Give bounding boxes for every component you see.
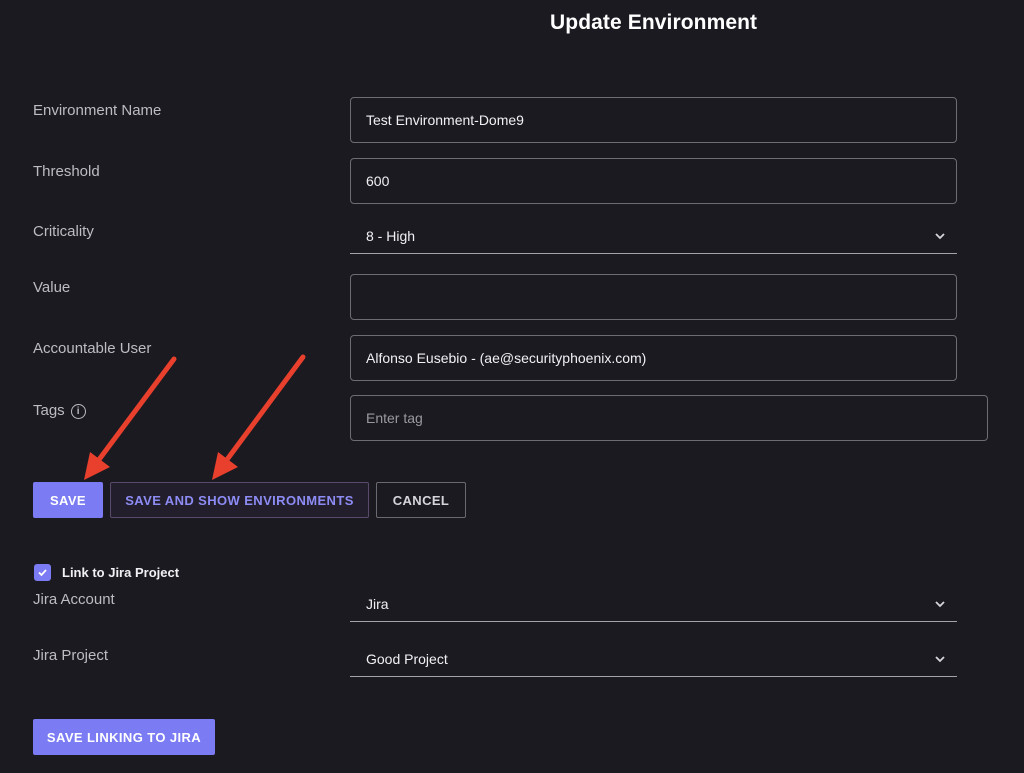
chevron-down-icon (935, 232, 945, 239)
criticality-label: Criticality (33, 223, 94, 240)
jira-account-selected-value: Jira (366, 595, 389, 612)
jira-account-select[interactable]: Jira (350, 586, 957, 622)
accountable-user-input[interactable] (350, 335, 957, 381)
annotation-arrow-save (84, 356, 177, 480)
chevron-down-icon (935, 600, 945, 607)
page-title: Update Environment (550, 11, 758, 34)
link-jira-checkbox[interactable] (34, 564, 51, 581)
value-label: Value (33, 279, 71, 296)
info-icon[interactable]: i (70, 404, 86, 419)
save-linking-to-jira-button[interactable]: SAVE LINKING TO JIRA (33, 719, 215, 755)
jira-project-label: Jira Project (33, 647, 109, 664)
save-and-show-environments-button[interactable]: SAVE AND SHOW ENVIRONMENTS (110, 482, 369, 518)
tags-label: Tags i (33, 402, 86, 419)
save-button[interactable]: SAVE (33, 482, 103, 518)
environment-name-label: Environment Name (33, 102, 162, 119)
link-jira-label: Link to Jira Project (62, 565, 180, 580)
environment-name-input[interactable] (350, 97, 957, 143)
threshold-label: Threshold (33, 163, 100, 180)
criticality-selected-value: 8 - High (366, 227, 416, 244)
checkmark-icon (38, 569, 47, 577)
jira-account-label: Jira Account (33, 591, 115, 608)
chevron-down-icon (935, 655, 945, 662)
jira-project-selected-value: Good Project (366, 650, 448, 667)
jira-project-select[interactable]: Good Project (350, 641, 957, 677)
update-environment-page: Update Environment Environment Name Thre… (0, 0, 1024, 773)
cancel-button[interactable]: CANCEL (376, 482, 466, 518)
criticality-select[interactable]: 8 - High (350, 218, 957, 254)
value-input[interactable] (350, 274, 957, 320)
tags-input[interactable] (350, 395, 988, 441)
tags-label-text: Tags (33, 402, 65, 419)
threshold-input[interactable] (350, 158, 957, 204)
accountable-user-label: Accountable User (33, 340, 152, 357)
annotation-arrow-save-and-show (212, 354, 306, 480)
